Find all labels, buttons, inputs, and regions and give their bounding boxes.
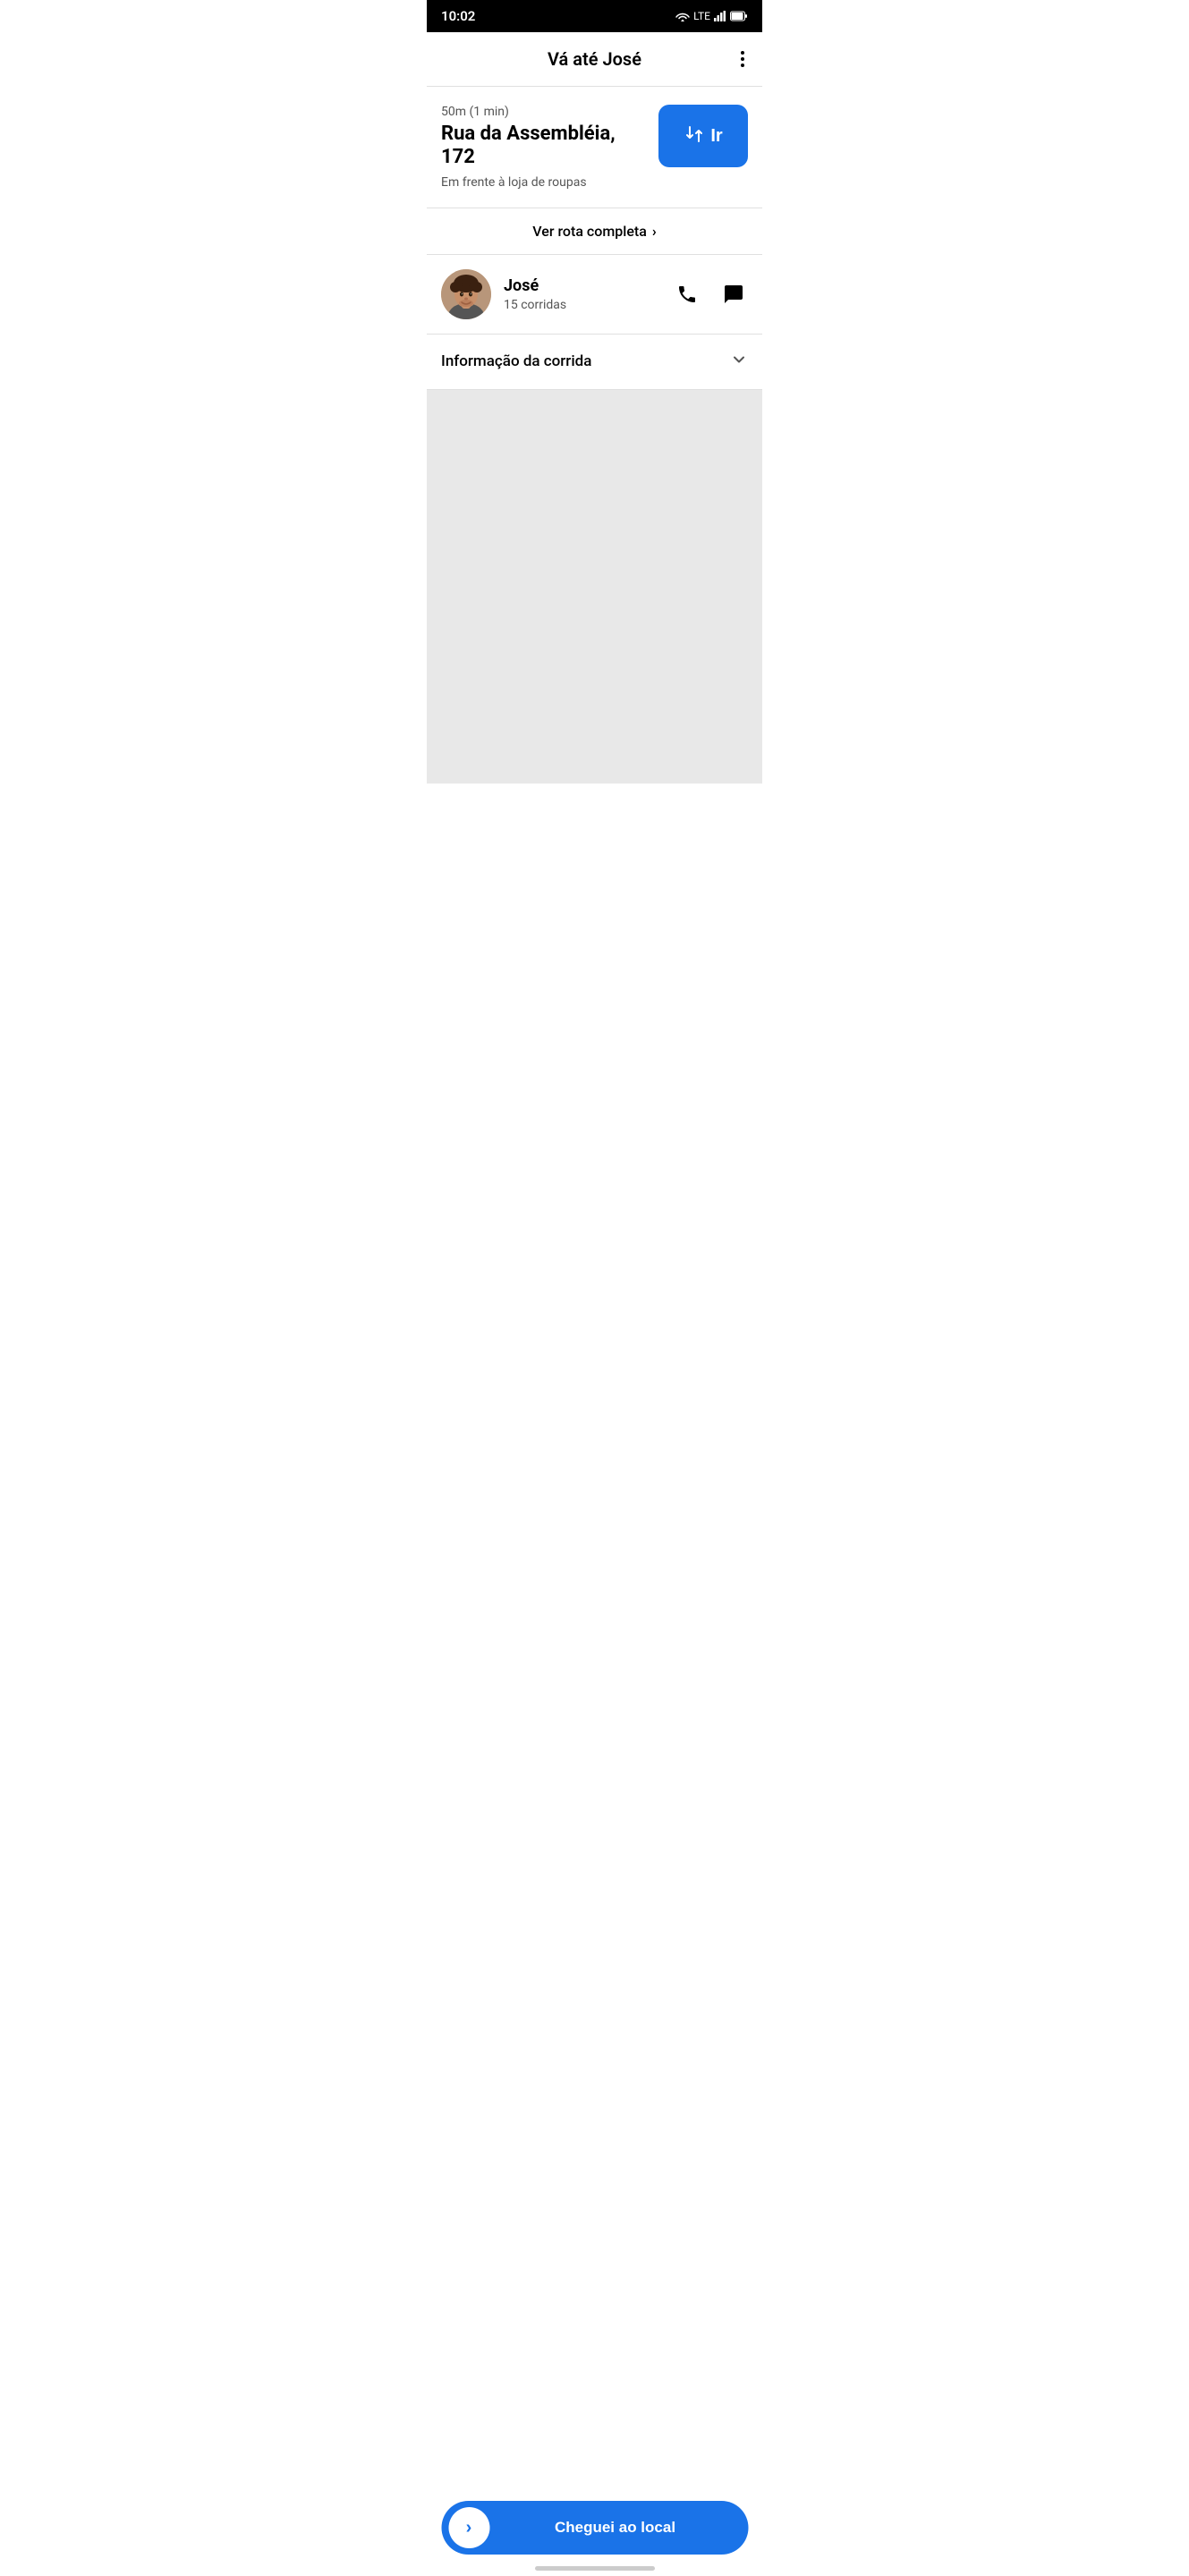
map-area <box>427 390 762 784</box>
view-full-route-button[interactable]: Ver rota completa › <box>427 208 762 255</box>
view-route-label: Ver rota completa <box>532 223 647 240</box>
arrow-right-icon: › <box>466 2518 472 2538</box>
driver-avatar <box>441 269 491 319</box>
chevron-right-icon: › <box>652 223 657 240</box>
status-icons: LTE <box>675 10 748 22</box>
arrived-button-circle: › <box>448 2507 489 2548</box>
message-icon <box>723 284 744 305</box>
chevron-down-icon <box>730 351 748 373</box>
ride-info-label: Informação da corrida <box>441 352 591 370</box>
driver-rides: 15 corridas <box>504 298 673 312</box>
expand-icon <box>730 351 748 369</box>
driver-info: José 15 corridas <box>504 276 673 312</box>
distance-text: 50m (1 min) <box>441 105 648 119</box>
driver-actions <box>673 280 748 309</box>
ride-info-section[interactable]: Informação da corrida <box>427 335 762 390</box>
arrived-button[interactable]: › Cheguei ao local <box>441 2501 748 2555</box>
driver-name: José <box>504 276 673 295</box>
street-name: Rua da Assembléia, 172 <box>441 123 648 170</box>
call-driver-button[interactable] <box>673 280 701 309</box>
go-button-label: Ir <box>710 126 722 147</box>
driver-section: José 15 corridas <box>427 255 762 335</box>
message-driver-button[interactable] <box>719 280 748 309</box>
go-button[interactable]: Ir <box>658 105 748 167</box>
wifi-icon <box>675 11 690 21</box>
arrows-swap-icon <box>684 123 705 145</box>
more-options-button[interactable] <box>737 47 748 71</box>
status-time: 10:02 <box>441 8 475 24</box>
arrived-button-label: Cheguei ao local <box>489 2519 741 2537</box>
landmark-text: Em frente à loja de roupas <box>441 175 648 190</box>
bottom-section: › Cheguei ao local <box>427 2490 762 2576</box>
navigation-info: 50m (1 min) Rua da Assembléia, 172 Em fr… <box>441 105 658 190</box>
navigation-card: 50m (1 min) Rua da Assembléia, 172 Em fr… <box>427 87 762 208</box>
status-bar: 10:02 LTE <box>427 0 762 32</box>
signal-icon <box>714 11 726 21</box>
lte-icon: LTE <box>693 10 710 22</box>
header: Vá até José <box>427 32 762 87</box>
avatar-image <box>441 269 491 319</box>
route-arrows-icon <box>684 123 705 149</box>
home-indicator <box>535 2566 655 2571</box>
battery-icon <box>730 11 748 21</box>
phone-icon <box>676 284 698 305</box>
page-title: Vá até José <box>548 48 641 70</box>
three-dots-icon <box>741 51 744 67</box>
